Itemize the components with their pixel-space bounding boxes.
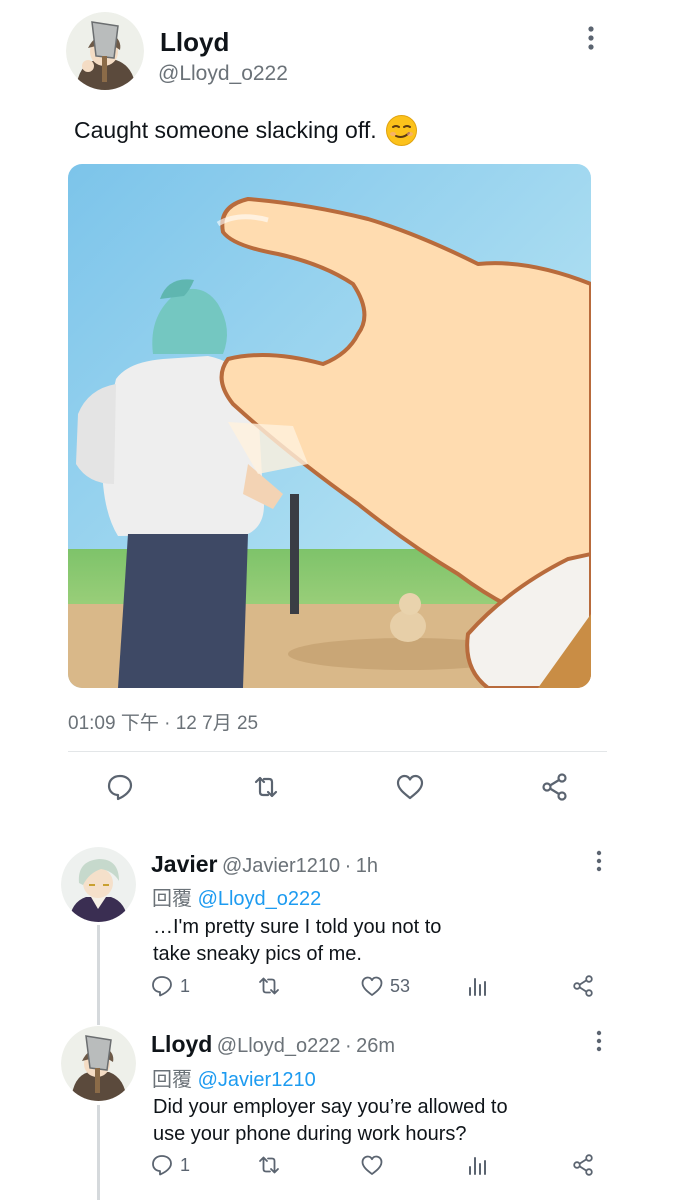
- like-icon: [361, 976, 383, 996]
- reply-icon: [152, 976, 172, 997]
- like-action[interactable]: 53: [360, 974, 410, 998]
- like-icon[interactable]: [360, 1153, 384, 1177]
- reply-text-line: Did your employer say you’re allowed to: [153, 1096, 508, 1118]
- retweet-icon[interactable]: [257, 974, 281, 998]
- retweet-icon[interactable]: [251, 772, 281, 802]
- separator-dot: ·: [344, 855, 352, 877]
- avatar[interactable]: [61, 1026, 136, 1101]
- share-icon[interactable]: [571, 974, 595, 998]
- author-display-name[interactable]: Lloyd: [160, 27, 229, 58]
- reply-icon: [152, 1155, 172, 1176]
- like-count: 53: [390, 975, 411, 996]
- reply-action[interactable]: 1: [150, 974, 190, 998]
- tweet-timestamp[interactable]: 01:09 下午 · 12 7月 25: [68, 708, 258, 735]
- reply-count: 1: [180, 975, 191, 996]
- reply-text-line: take sneaky pics of me.: [153, 943, 362, 965]
- analytics-icon[interactable]: [466, 1153, 490, 1177]
- reply-count: 1: [180, 1154, 191, 1175]
- reply-header: Javier @Javier1210 · 1h: [151, 851, 378, 878]
- like-icon[interactable]: [395, 772, 425, 802]
- smirking-face-emoji-icon: [385, 114, 418, 147]
- share-icon[interactable]: [571, 1153, 595, 1177]
- thread-line: [97, 925, 100, 1025]
- reply-action[interactable]: 1: [150, 1153, 190, 1177]
- author-handle[interactable]: @Lloyd_o222: [158, 62, 288, 86]
- replying-to: 回覆 @Javier1210: [152, 1063, 316, 1092]
- reply-text: Did your employer say you’re allowed to …: [153, 1094, 508, 1148]
- tweet-text-content: Caught someone slacking off.: [74, 117, 377, 143]
- avatar[interactable]: [61, 847, 136, 922]
- reply-time[interactable]: 1h: [356, 855, 378, 877]
- replying-to: 回覆 @Lloyd_o222: [152, 882, 321, 911]
- replying-to-mention[interactable]: @Lloyd_o222: [198, 888, 322, 910]
- more-options-icon[interactable]: [592, 850, 606, 872]
- reply-display-name[interactable]: Lloyd: [151, 1031, 212, 1057]
- more-options-icon[interactable]: [592, 1030, 606, 1052]
- tweet-image[interactable]: [68, 164, 591, 688]
- replying-to-label: 回覆: [152, 1069, 192, 1091]
- reply-handle[interactable]: @Lloyd_o222: [217, 1035, 341, 1057]
- reply-handle[interactable]: @Javier1210: [222, 855, 340, 877]
- replying-to-mention[interactable]: @Javier1210: [198, 1069, 316, 1091]
- reply-time[interactable]: 26m: [356, 1035, 395, 1057]
- thread-line: [97, 1105, 100, 1200]
- reply-text-line: …I'm pretty sure I told you not to: [153, 916, 442, 938]
- divider: [68, 751, 607, 752]
- tweet-text: Caught someone slacking off.: [74, 114, 418, 147]
- reply-display-name[interactable]: Javier: [151, 851, 218, 877]
- reply-header: Lloyd @Lloyd_o222 · 26m: [151, 1031, 395, 1058]
- share-icon[interactable]: [540, 772, 570, 802]
- replying-to-label: 回覆: [152, 888, 192, 910]
- reply-text-line: use your phone during work hours?: [153, 1123, 467, 1145]
- reply-text: …I'm pretty sure I told you not to take …: [153, 914, 441, 968]
- retweet-icon[interactable]: [257, 1153, 281, 1177]
- more-options-icon[interactable]: [583, 25, 599, 51]
- analytics-icon[interactable]: [466, 974, 490, 998]
- separator-dot: ·: [344, 1035, 352, 1057]
- avatar[interactable]: [66, 12, 144, 90]
- reply-icon[interactable]: [105, 772, 135, 802]
